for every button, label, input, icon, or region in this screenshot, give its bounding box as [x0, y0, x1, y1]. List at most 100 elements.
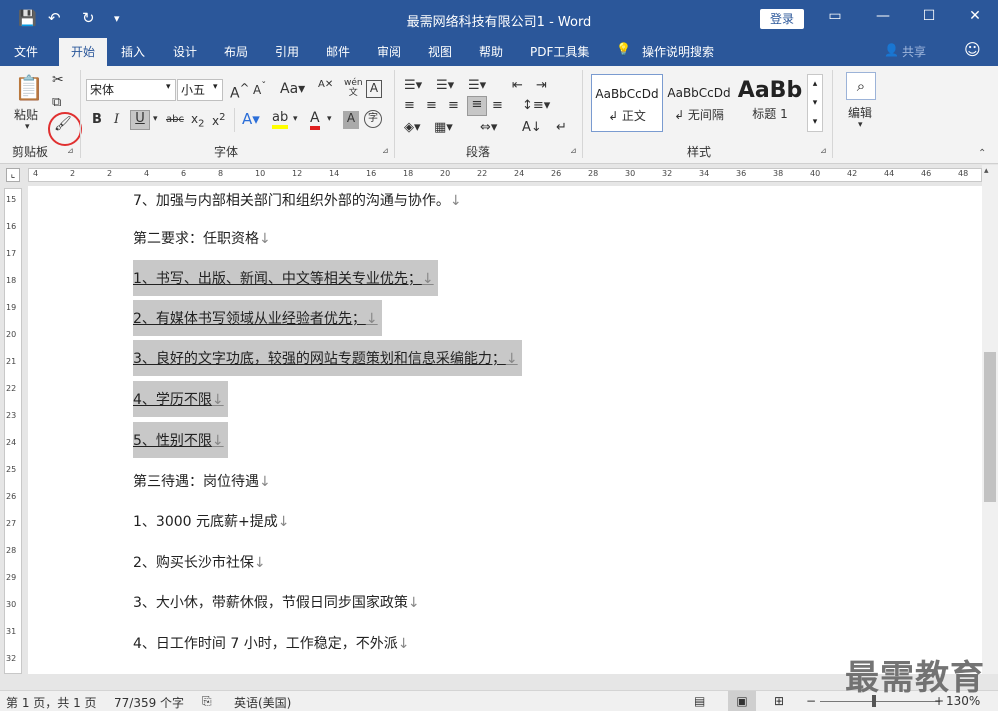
tab-references[interactable]: 引用 [275, 43, 299, 60]
numbering-icon[interactable]: ☰▾ [436, 78, 454, 93]
subscript-icon[interactable]: x2 [191, 112, 204, 129]
smiley-icon[interactable]: ☺ [964, 40, 981, 59]
chevron-down-icon[interactable]: ▾ [213, 82, 218, 92]
web-layout-icon[interactable]: ⊞ [774, 694, 784, 708]
login-button[interactable]: 登录 [760, 9, 804, 29]
shading-icon[interactable]: ◈▾ [404, 120, 421, 135]
scrollbar-thumb[interactable] [984, 352, 996, 502]
align-center-icon[interactable]: ≡ [426, 98, 437, 113]
strikethrough-icon[interactable]: abc [166, 114, 184, 125]
character-shading-icon[interactable]: A [343, 111, 359, 129]
shrink-font-icon[interactable]: Aˇ [253, 81, 266, 97]
style-normal[interactable]: AaBbCcDd ↲ 正文 [591, 74, 663, 132]
enclose-characters-icon[interactable]: 字 [364, 110, 382, 128]
align-right-icon[interactable]: ≡ [448, 98, 459, 113]
search-icon[interactable]: ⌕ [846, 72, 876, 100]
paste-dropdown-icon[interactable]: ▾ [25, 122, 30, 132]
font-color-icon[interactable]: A [310, 110, 320, 130]
minimize-icon[interactable]: — [868, 8, 898, 24]
borders-icon[interactable]: ▦▾ [434, 120, 453, 135]
selected-paragraph-line[interactable]: 2、有媒体书写领域从业经验者优先；↓ [133, 300, 382, 336]
tab-view[interactable]: 视图 [428, 43, 452, 60]
chevron-down-icon[interactable]: ▾ [293, 114, 298, 124]
style-heading-1[interactable]: AaBb 标题 1 [735, 74, 805, 132]
chevron-down-icon[interactable]: ▾ [153, 114, 158, 124]
undo-icon[interactable]: ↶ [48, 9, 61, 27]
scroll-up-icon[interactable]: ▴ [984, 166, 989, 176]
paragraph-line[interactable]: 第二要求：任职资格↓ [133, 228, 271, 248]
maximize-icon[interactable]: ☐ [914, 8, 944, 24]
justify-icon[interactable]: ≡ [467, 96, 487, 116]
style-no-spacing[interactable]: AaBbCcDd ↲ 无间隔 [663, 74, 735, 132]
dialog-launcher-icon[interactable]: ⊿ [820, 146, 827, 155]
paragraph-line[interactable]: 4、日工作时间 7 小时，工作稳定，不外派↓ [133, 633, 409, 653]
close-icon[interactable]: ✕ [960, 8, 990, 24]
tab-selector-icon[interactable]: ⌞ [6, 168, 20, 182]
bullets-icon[interactable]: ☰▾ [404, 78, 422, 93]
ribbon-display-icon[interactable]: ▭ [820, 8, 850, 24]
language-indicator[interactable]: 英语(美国) [234, 694, 291, 711]
selected-paragraph-line[interactable]: 4、学历不限↓ [133, 381, 228, 417]
collapse-ribbon-icon[interactable]: ⌃ [978, 148, 986, 159]
chevron-down-icon[interactable]: ▾ [327, 114, 332, 124]
dialog-launcher-icon[interactable]: ⊿ [382, 146, 389, 155]
selected-paragraph-line[interactable]: 1、书写、出版、新闻、中文等相关专业优先；↓ [133, 260, 438, 296]
tab-pdf[interactable]: PDF工具集 [530, 43, 589, 60]
cut-icon[interactable]: ✂ [52, 72, 64, 88]
grow-font-icon[interactable]: A^ [230, 81, 249, 102]
italic-icon[interactable]: I [114, 112, 119, 127]
copy-icon[interactable]: ⧉ [52, 95, 61, 110]
dialog-launcher-icon[interactable]: ⊿ [570, 146, 577, 155]
chevron-down-icon[interactable]: ▾ [858, 120, 863, 130]
multilevel-list-icon[interactable]: ☰▾ [468, 78, 486, 93]
page-count[interactable]: 第 1 页，共 1 页 [6, 694, 97, 711]
editing-button[interactable]: 编辑 [848, 104, 872, 121]
paragraph-line[interactable]: 第三待遇：岗位待遇↓ [133, 471, 271, 491]
paragraph-line[interactable]: 2、购买长沙市社保↓ [133, 552, 266, 572]
sort-icon[interactable]: A↓ [522, 120, 542, 135]
document-page[interactable]: 7、加强与内部相关部门和组织外部的沟通与协作。↓ 第二要求：任职资格↓ 1、书写、出… [28, 186, 982, 674]
chevron-down-icon[interactable]: ▾ [166, 82, 171, 92]
paragraph-line[interactable]: 1、3000 元底薪+提成↓ [133, 511, 289, 531]
styles-scroll[interactable]: ▴ ▾ ▾ [807, 74, 823, 132]
clear-format-icon[interactable]: A✕ [318, 79, 333, 90]
customize-icon[interactable]: ▾ [114, 12, 120, 25]
bold-icon[interactable]: B [92, 112, 102, 127]
highlight-color-icon[interactable]: ab [272, 110, 289, 129]
chinese-layout-icon[interactable]: ⇔▾ [480, 120, 497, 135]
selected-paragraph-line[interactable]: 5、性别不限↓ [133, 422, 228, 458]
zoom-slider[interactable] [820, 701, 940, 702]
tell-me-search[interactable]: 操作说明搜索 [642, 43, 714, 60]
phonetic-guide-icon[interactable]: wén 文 [344, 78, 363, 98]
underline-icon[interactable]: U [130, 110, 150, 130]
tab-design[interactable]: 设计 [173, 43, 197, 60]
tab-layout[interactable]: 布局 [224, 43, 248, 60]
change-case-icon[interactable]: Aa▾ [280, 81, 305, 97]
horizontal-ruler[interactable]: 4 2 2 4 6 8 10 12 14 16 18 20 22 24 26 28 30 32 34 36 38 40 42… [28, 168, 982, 182]
paragraph-line[interactable]: 7、加强与内部相关部门和组织外部的沟通与协作。↓ [133, 190, 462, 210]
selected-paragraph-line[interactable]: 3、良好的文字功底，较强的网站专题策划和信息采编能力；↓ [133, 340, 522, 376]
tab-review[interactable]: 审阅 [377, 43, 401, 60]
align-left-icon[interactable]: ≡ [404, 98, 415, 113]
tab-home[interactable]: 开始 [59, 38, 107, 66]
word-count[interactable]: 77/359 个字 [114, 694, 184, 711]
show-marks-icon[interactable]: ↵ [556, 120, 567, 135]
decrease-indent-icon[interactable]: ⇤ [512, 78, 523, 93]
proofing-icon[interactable]: ⎘ [202, 694, 212, 709]
line-spacing-icon[interactable]: ↕≡▾ [522, 98, 550, 113]
tab-file[interactable]: 文件 [14, 43, 38, 60]
font-name-select[interactable]: 宋体 [86, 79, 176, 101]
vertical-ruler[interactable]: 15 16 17 18 19 20 21 22 23 24 25 26 27 28 29 30 31 32 [4, 188, 22, 674]
superscript-icon[interactable]: x2 [212, 112, 225, 128]
distributed-icon[interactable]: ≡ [492, 98, 503, 113]
paragraph-line[interactable]: 3、大小休，带薪休假，节假日同步国家政策↓ [133, 592, 420, 612]
redo-icon[interactable]: ↻ [82, 9, 95, 27]
dialog-launcher-icon[interactable]: ⊿ [67, 146, 74, 155]
tab-insert[interactable]: 插入 [121, 43, 145, 60]
character-border-icon[interactable]: A [366, 80, 382, 98]
save-icon[interactable]: 💾 [18, 9, 37, 27]
zoom-out-icon[interactable]: − [806, 694, 816, 708]
print-layout-icon[interactable]: ▣ [728, 691, 756, 711]
tab-mailings[interactable]: 邮件 [326, 43, 350, 60]
increase-indent-icon[interactable]: ⇥ [536, 78, 547, 93]
